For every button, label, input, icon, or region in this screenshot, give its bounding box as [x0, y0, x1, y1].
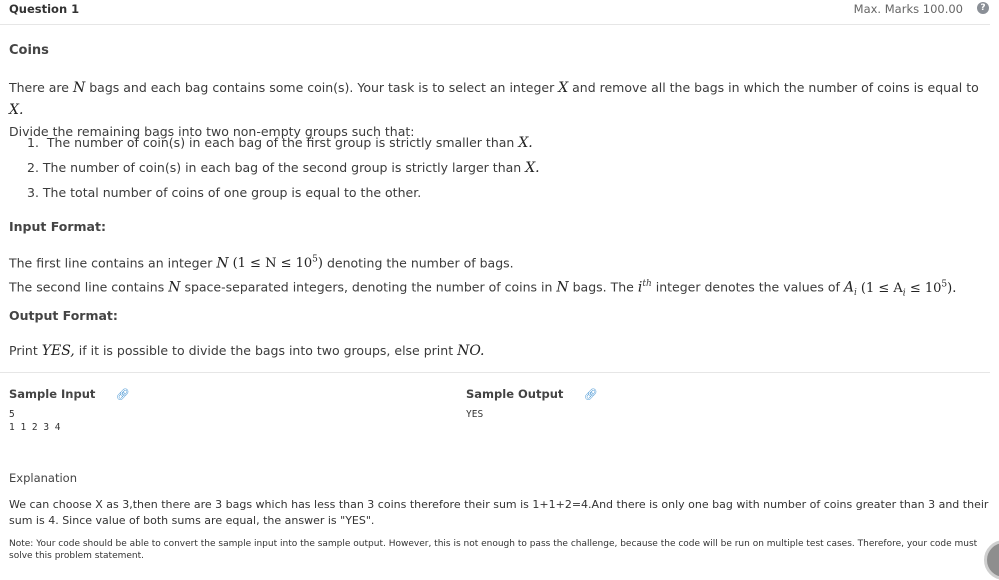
sample-input-text: 5 1 1 2 3 4	[9, 409, 61, 433]
max-marks: Max. Marks 100.00	[853, 2, 963, 16]
question-circle-icon[interactable]: ?	[977, 2, 989, 14]
sample-output-header: Sample Output 🔗︎	[466, 383, 598, 402]
floating-action-button[interactable]	[984, 540, 999, 580]
sample-output-text: YES	[466, 409, 484, 420]
samples-divider	[0, 372, 990, 373]
condition-item-2: 2. The number of coin(s) in each bag of …	[27, 160, 540, 176]
output-format-text: Print YES, if it is possible to divide t…	[9, 343, 485, 359]
sample-output-label: Sample Output	[466, 387, 564, 401]
input-format-heading: Input Format:	[9, 219, 106, 234]
sample-input-label: Sample Input	[9, 387, 96, 401]
problem-title: Coins	[9, 43, 49, 58]
note-text: Note: Your code should be able to conver…	[9, 539, 978, 561]
link-icon[interactable]: 🔗︎	[116, 388, 130, 401]
problem-intro: There are N bags and each bag contains s…	[9, 80, 979, 139]
condition-item-3: 3. The total number of coins of one grou…	[27, 185, 422, 200]
explanation-heading: Explanation	[9, 471, 77, 485]
sample-input-header: Sample Input 🔗︎	[9, 383, 130, 402]
link-icon[interactable]: 🔗︎	[584, 388, 598, 401]
output-format-heading: Output Format:	[9, 308, 118, 323]
condition-item-1: 1. The number of coin(s) in each bag of …	[27, 135, 533, 151]
header-divider	[0, 24, 990, 25]
question-number: Question 1	[9, 2, 80, 16]
input-format-text: The first line contains an integer N (1 …	[9, 255, 957, 299]
explanation-text: We can choose X as 3,then there are 3 ba…	[9, 498, 989, 527]
